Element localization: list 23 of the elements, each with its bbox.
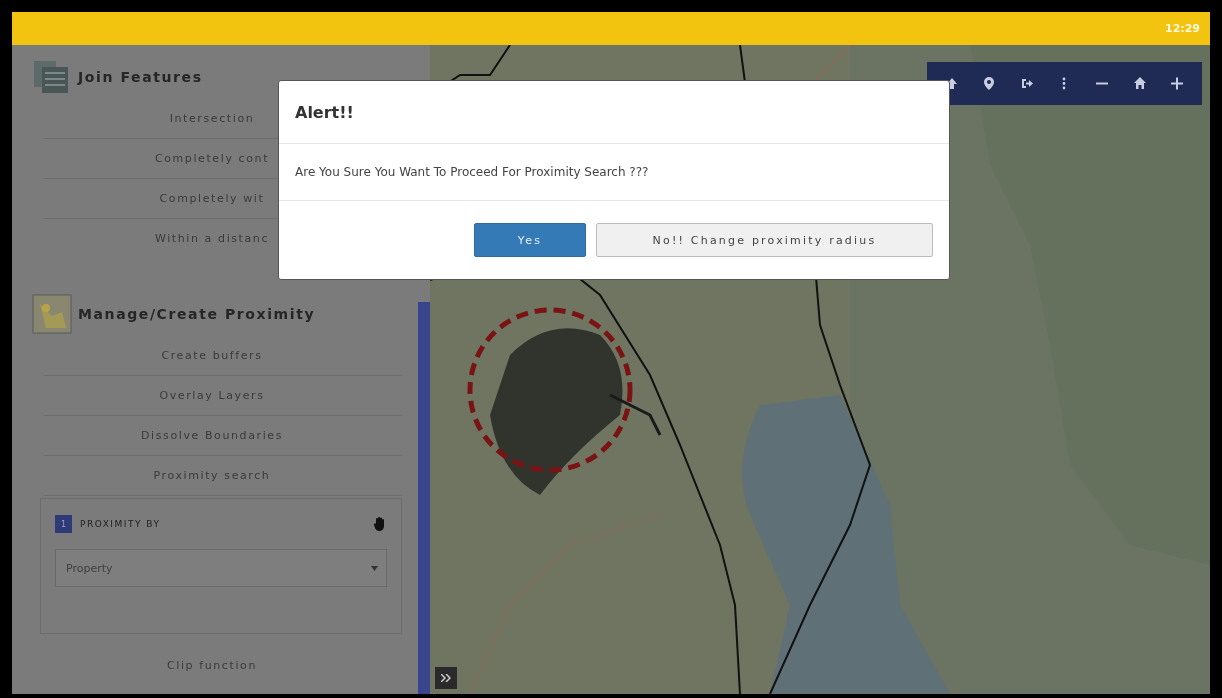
section-title: Join Features (78, 69, 203, 85)
menu-item[interactable]: Clip function (44, 646, 402, 685)
map-layer-icon (32, 294, 72, 334)
menu-item[interactable]: Overlay Layers (44, 376, 402, 416)
property-select[interactable]: Property (55, 549, 387, 587)
home-icon[interactable] (1132, 76, 1147, 91)
caret-icon (371, 565, 378, 571)
step-number: 1 (55, 515, 72, 533)
menu-item[interactable]: Dissolve Boundaries (44, 416, 402, 456)
dialog-title: Alert!! (295, 102, 354, 122)
clock-time: 12:29 (1165, 22, 1200, 35)
section-title: Manage/Create Proximity (78, 306, 316, 322)
double-chevron-icon (441, 674, 451, 682)
menu-item[interactable]: Create buffers (44, 336, 402, 376)
zoom-in-icon[interactable] (1170, 76, 1185, 91)
confirm-button[interactable]: Yes (474, 223, 586, 257)
cancel-button[interactable]: No!! Change proximity radius (596, 223, 933, 257)
expand-toggle[interactable] (435, 667, 457, 689)
menu-item[interactable]: Proximity search (44, 456, 402, 496)
hand-icon[interactable] (373, 516, 387, 532)
exit-icon[interactable] (1019, 76, 1034, 91)
field-label: PROXIMITY BY (80, 519, 162, 529)
location-pin-icon[interactable] (982, 76, 997, 91)
